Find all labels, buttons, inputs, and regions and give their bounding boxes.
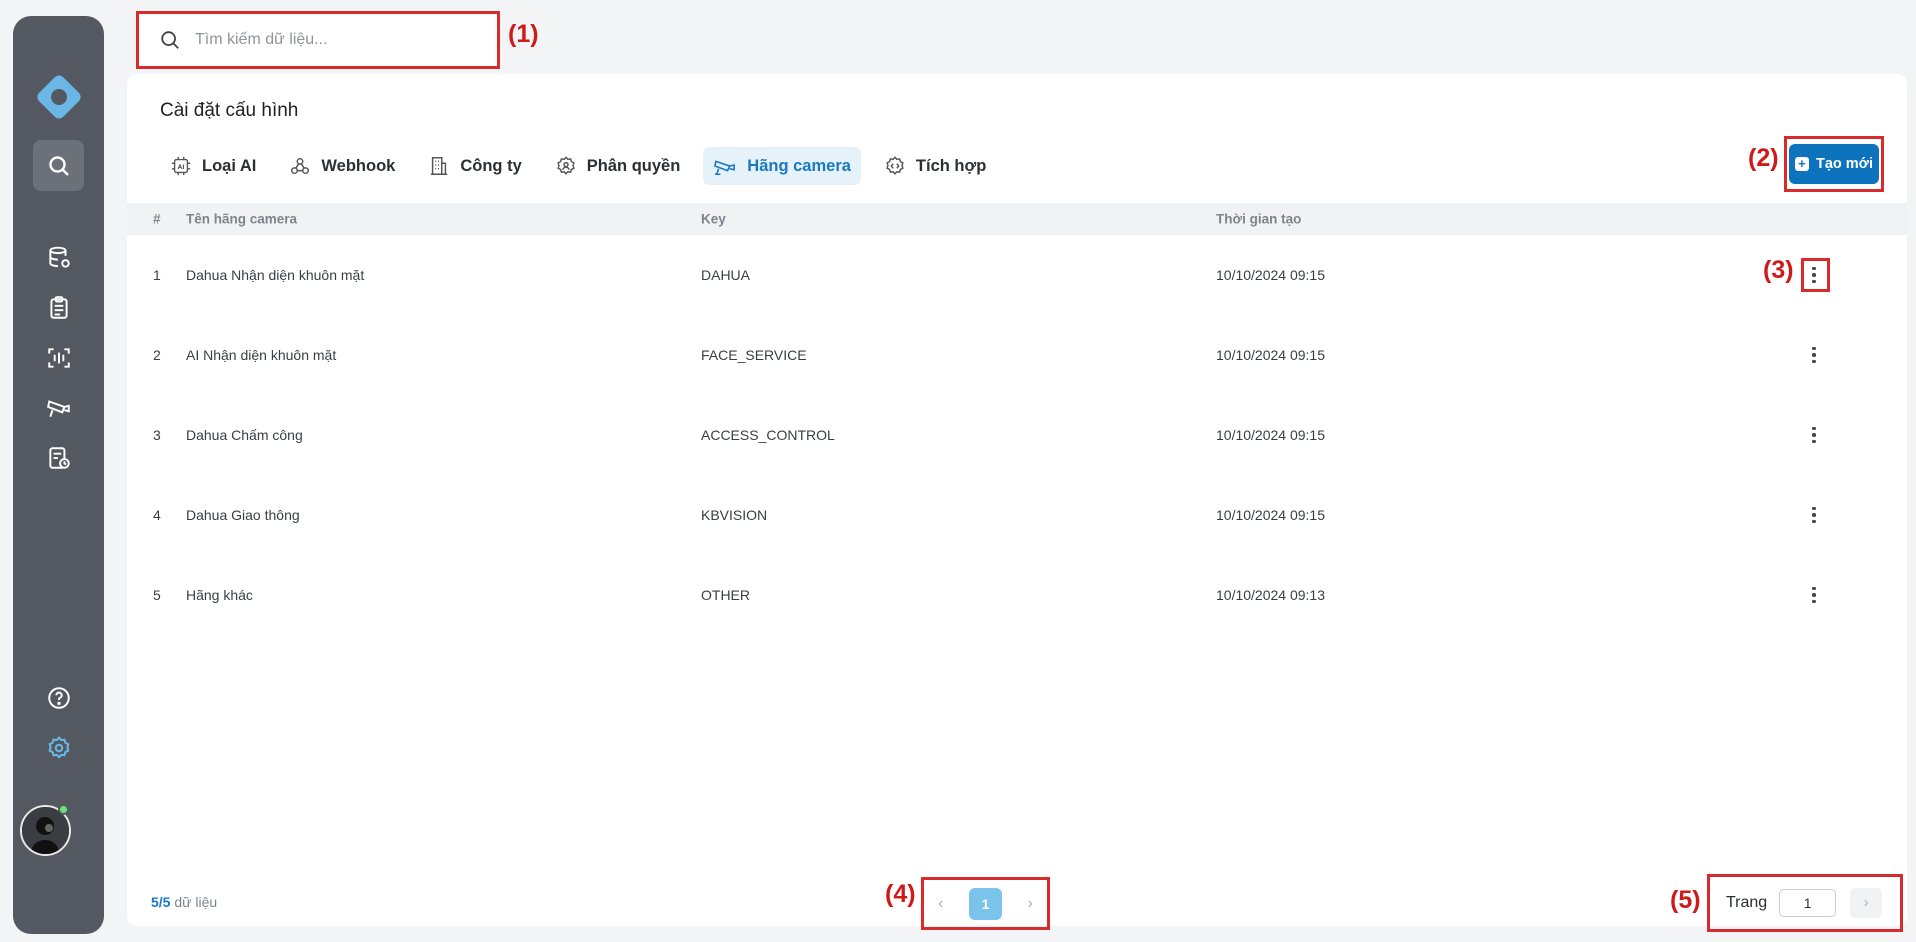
row-key: DAHUA [701, 267, 751, 283]
create-new-button[interactable]: + Tạo mới [1789, 144, 1879, 184]
annotation-label-3: (3) [1763, 256, 1794, 284]
header-key: Key [701, 211, 726, 227]
tab-label: Tích hợp [915, 156, 987, 175]
row-actions-kebab-icon[interactable] [1807, 423, 1821, 447]
next-page-chevron-icon[interactable]: › [1028, 895, 1033, 913]
goto-page-input[interactable] [1779, 889, 1837, 917]
header-num: # [153, 211, 161, 227]
annotation-label-5: (5) [1670, 886, 1701, 914]
page-title: Cài đặt cấu hình [160, 100, 299, 121]
goto-page: Trang › [1707, 874, 1903, 932]
row-num: 1 [153, 267, 161, 283]
table-header: # Tên hãng camera Key Thời gian tạo [127, 203, 1907, 235]
tab-ai-type[interactable]: AI Loại AI [160, 147, 266, 185]
row-actions-kebab-icon[interactable] [1807, 343, 1821, 367]
row-name: Dahua Chấm công [186, 427, 303, 443]
goto-page-label: Trang [1726, 894, 1768, 911]
header-name: Tên hãng camera [186, 211, 298, 227]
search-icon [159, 29, 181, 51]
annotation-label-2: (2) [1748, 144, 1779, 172]
row-key: FACE_SERVICE [701, 347, 807, 363]
row-key: OTHER [701, 587, 750, 603]
webhook-icon [289, 155, 311, 177]
tab-integration[interactable]: Tích hợp [874, 147, 996, 185]
ai-chip-icon: AI [170, 155, 192, 177]
camera-icon[interactable] [13, 392, 104, 424]
record-count-current: 5 [151, 894, 159, 910]
tab-permissions[interactable]: Phân quyền [545, 147, 691, 185]
row-key: KBVISION [701, 507, 768, 523]
tab-label: Hãng camera [747, 156, 851, 175]
clipboard-icon[interactable] [13, 292, 104, 324]
online-status-dot [58, 804, 69, 815]
table-row[interactable]: 2 AI Nhận diện khuôn mặt FACE_SERVICE 10… [127, 315, 1907, 395]
face-scan-icon[interactable] [13, 342, 104, 374]
plus-icon: + [1794, 157, 1809, 171]
row-name: Hãng khác [186, 587, 253, 603]
row-time: 10/10/2024 09:15 [1216, 427, 1325, 443]
row-num: 4 [153, 507, 161, 523]
table-row[interactable]: 4 Dahua Giao thông KBVISION 10/10/2024 0… [127, 475, 1907, 555]
row-key: ACCESS_CONTROL [701, 427, 835, 443]
annotation-label-1: (1) [508, 20, 539, 48]
sidebar-search-icon[interactable] [33, 140, 84, 191]
record-count-total: /5 [158, 894, 171, 910]
gear-users-icon [555, 155, 577, 177]
building-icon [428, 155, 450, 177]
row-time: 10/10/2024 09:15 [1216, 267, 1325, 283]
database-icon[interactable] [13, 242, 104, 274]
table-row[interactable]: 1 Dahua Nhận diện khuôn mặt DAHUA 10/10/… [127, 235, 1907, 315]
row-time: 10/10/2024 09:15 [1216, 507, 1325, 523]
tab-webhook[interactable]: Webhook [279, 147, 405, 185]
create-button-highlight: + Tạo mới [1784, 136, 1884, 192]
row-name: AI Nhận diện khuôn mặt [186, 347, 337, 363]
goto-page-chevron-icon[interactable]: › [1850, 888, 1883, 918]
row-num: 5 [153, 587, 161, 603]
tab-label: Webhook [321, 156, 396, 175]
tab-label: Loại AI [202, 156, 257, 175]
search-box [136, 11, 500, 69]
row-actions-kebab-icon[interactable] [1807, 503, 1821, 527]
header-time: Thời gian tạo [1216, 211, 1302, 227]
row-actions-kebab-icon[interactable] [1807, 583, 1821, 607]
main-card: Cài đặt cấu hình AI Loại AI Webhook Công… [127, 74, 1907, 932]
search-input[interactable] [195, 31, 455, 49]
actions-highlight [1801, 258, 1830, 292]
prev-page-chevron-icon[interactable]: ‹ [938, 895, 943, 913]
config-tabs: AI Loại AI Webhook Công ty Phân quyền Hã… [160, 147, 1009, 185]
row-name: Dahua Giao thông [186, 507, 300, 523]
sidebar [13, 16, 104, 934]
row-time: 10/10/2024 09:15 [1216, 347, 1325, 363]
pagination: ‹ 1 › [921, 877, 1050, 930]
create-button-label: Tạo mới [1815, 156, 1874, 172]
row-num: 3 [153, 427, 161, 443]
settings-gear-icon[interactable] [13, 732, 104, 764]
integration-icon [884, 155, 906, 177]
table-row[interactable]: 3 Dahua Chấm công ACCESS_CONTROL 10/10/2… [127, 395, 1907, 475]
record-count: 5/5 dữ liệu [151, 894, 217, 910]
annotation-label-4: (4) [885, 880, 916, 908]
tab-label: Phân quyền [586, 156, 681, 175]
app-logo-icon[interactable] [13, 52, 104, 142]
report-time-icon[interactable] [13, 442, 104, 474]
camera-icon [713, 155, 737, 177]
page-number-button[interactable]: 1 [969, 887, 1002, 920]
tab-company[interactable]: Công ty [418, 147, 531, 185]
table-row[interactable]: 5 Hãng khác OTHER 10/10/2024 09:13 [127, 555, 1907, 635]
help-icon[interactable] [13, 682, 104, 714]
row-time: 10/10/2024 09:13 [1216, 587, 1325, 603]
tab-camera-brand[interactable]: Hãng camera [703, 147, 861, 185]
row-num: 2 [153, 347, 161, 363]
tab-label: Công ty [460, 156, 522, 175]
row-name: Dahua Nhận diện khuôn mặt [186, 267, 365, 283]
svg-text:AI: AI [178, 164, 185, 171]
record-count-suffix: dữ liệu [170, 894, 218, 910]
